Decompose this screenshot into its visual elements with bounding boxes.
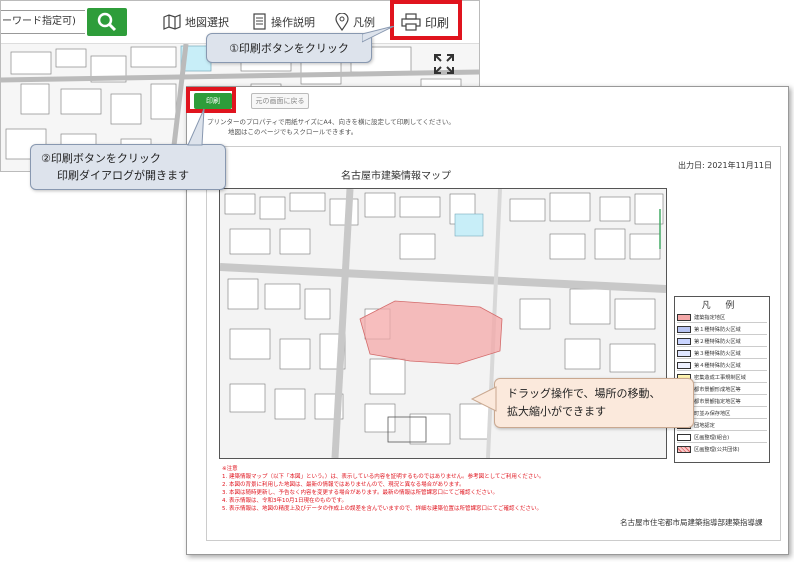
legend-item-label: 第２種特殊防火区域 <box>694 338 741 345</box>
legend-item: 第３種特殊防火区域 <box>677 348 767 359</box>
legend-item: 区画整理(組合) <box>677 432 767 443</box>
disclaimer-line: 1. 建築情報マップ（以下「本図」という。）は、表示している内容を証明するもので… <box>222 474 545 480</box>
menu-map-select[interactable]: 地図選択 <box>163 11 229 33</box>
legend-swatch <box>677 313 691 321</box>
legend-swatch <box>677 349 691 357</box>
search-button[interactable] <box>87 8 127 36</box>
legend-item: 第１種特殊防火区域 <box>677 324 767 335</box>
legend-swatch <box>677 361 691 369</box>
legend-item-label: 第３種特殊防火区域 <box>694 350 741 357</box>
legend-title: 凡 例 <box>701 301 741 311</box>
legend-item-label: 町並み保存地区 <box>694 410 731 417</box>
menu-manual-label: 操作説明 <box>271 16 315 29</box>
back-to-original-button[interactable]: 元の画面に戻る <box>251 93 309 109</box>
legend-item: 第４種特殊防火区域 <box>677 360 767 371</box>
legend-swatch <box>677 433 691 441</box>
legend-item-label: 密集造成工事規制区域 <box>694 374 746 381</box>
output-date: 出力日: 2021年11月11日 <box>678 161 772 170</box>
menu-manual[interactable]: 操作説明 <box>253 11 315 33</box>
callout-step2-line1: ②印刷ボタンをクリック <box>41 152 161 165</box>
legend-item: 区画整理(公共団体) <box>677 444 767 454</box>
callout-drag-pointer <box>470 386 497 412</box>
legend-swatch <box>677 337 691 345</box>
legend-item: 建築指定地区 <box>677 312 767 323</box>
disclaimer-notes: ※注意 1. 建築情報マップ（以下「本図」という。）は、表示している内容を証明す… <box>222 465 662 513</box>
legend-item: 第２種特殊防火区域 <box>677 336 767 347</box>
legend-item-label: 団地認定 <box>694 422 715 429</box>
callout-step2-line2: 印刷ダイアログが開きます <box>57 169 189 182</box>
print-menu-highlight <box>390 0 462 40</box>
callout-step2-pointer <box>187 108 205 146</box>
sheet-title: 名古屋市建築情報マップ <box>341 171 451 182</box>
legend-swatch <box>677 445 691 453</box>
legend-swatch <box>677 325 691 333</box>
legend-item-label: 建築指定地区 <box>694 314 726 321</box>
callout-step1: ①印刷ボタンをクリック <box>206 33 372 63</box>
search-input[interactable]: ーワード指定可) <box>1 10 85 34</box>
legend-item-label: 区画整理(公共団体) <box>694 446 740 453</box>
menu-map-select-label: 地図選択 <box>185 16 229 29</box>
callout-drag-line1: ドラッグ操作で、場所の移動、 <box>507 387 661 400</box>
legend-item-label: 第１種特殊防火区域 <box>694 326 741 333</box>
callout-step2: ②印刷ボタンをクリック 印刷ダイアログが開きます <box>30 144 226 190</box>
fullscreen-icon[interactable] <box>433 53 455 75</box>
search-icon <box>97 12 117 32</box>
footer-organization: 名古屋市住宅都市局建築指導部建築指導課 <box>620 518 763 527</box>
callout-step1-pointer <box>362 26 395 43</box>
map-icon <box>163 14 181 30</box>
disclaimer-line: 3. 本図は随時更新し、予告なく内容を変更する場合があります。最新の情報は所管課… <box>222 490 498 496</box>
legend-item-label: 都市景観指定地区等 <box>694 398 741 405</box>
disclaimer-line: 2. 本図の背景に利用した地図は、最新の情報ではありませんので、現況と異なる場合… <box>222 482 465 488</box>
document-icon <box>253 13 266 30</box>
map-pin-icon <box>335 13 349 31</box>
print-note-1: プリンターのプロパティで用紙サイズにA4、向きを横に設定して印刷してください。 <box>207 118 455 126</box>
callout-drag-line2: 拡大縮小ができます <box>507 405 606 418</box>
callout-step1-text: ①印刷ボタンをクリック <box>229 42 349 55</box>
disclaimer-heading: ※注意 <box>222 466 238 472</box>
legend-item-label: 区画整理(組合) <box>694 434 730 441</box>
callout-drag-hint: ドラッグ操作で、場所の移動、 拡大縮小ができます <box>494 378 694 428</box>
print-note-2: 地図はこのページでもスクロールできます。 <box>228 128 358 136</box>
legend-item-label: 都市景観形成地区等 <box>694 386 741 393</box>
disclaimer-line: 5. 表示情報は、地図の精度上及びデータの作成上の誤差を含んでいますので、詳細な… <box>222 506 543 512</box>
disclaimer-line: 4. 表示情報は、令和3年10月1日現在のものです。 <box>222 498 347 504</box>
legend-item-label: 第４種特殊防火区域 <box>694 362 741 369</box>
